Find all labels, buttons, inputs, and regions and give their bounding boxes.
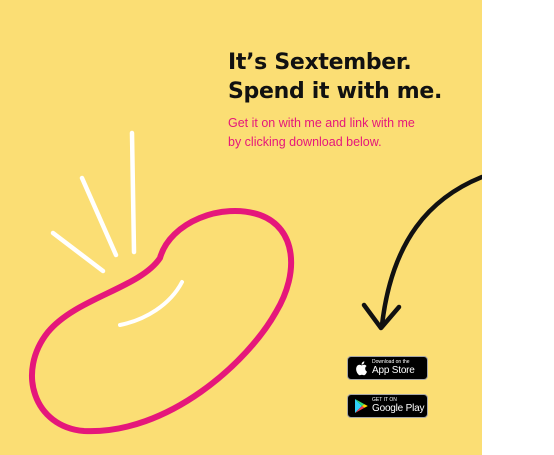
headline: It’s Sextember. Spend it with me. — [228, 48, 442, 106]
sextember-ad: It’s Sextember. Spend it with me. Get it… — [0, 0, 482, 455]
sparkle-line — [129, 130, 137, 255]
app-store-badge[interactable]: Download on the App Store — [347, 356, 428, 380]
bean-highlight — [118, 280, 184, 327]
sparkle-line — [79, 175, 119, 258]
google-play-badge-text: GET IT ON Google Play — [372, 398, 424, 414]
google-play-badge[interactable]: GET IT ON Google Play — [347, 394, 428, 418]
sparkle-line — [50, 230, 106, 274]
apple-icon — [356, 361, 367, 376]
subtext-line-2: by clicking download below. — [228, 135, 382, 149]
google-play-label: Google Play — [372, 403, 425, 414]
app-store-badge-text: Download on the App Store — [372, 360, 415, 376]
subtext: Get it on with me and link with me by cl… — [228, 114, 415, 152]
headline-line-1: It’s Sextember. — [228, 50, 412, 75]
google-play-icon — [355, 399, 368, 413]
arrow-curve — [379, 174, 482, 328]
app-store-label: App Store — [372, 365, 415, 376]
headline-line-2: Spend it with me. — [228, 79, 443, 104]
sparkle-lines — [50, 130, 137, 274]
subtext-line-1: Get it on with me and link with me — [228, 116, 415, 130]
